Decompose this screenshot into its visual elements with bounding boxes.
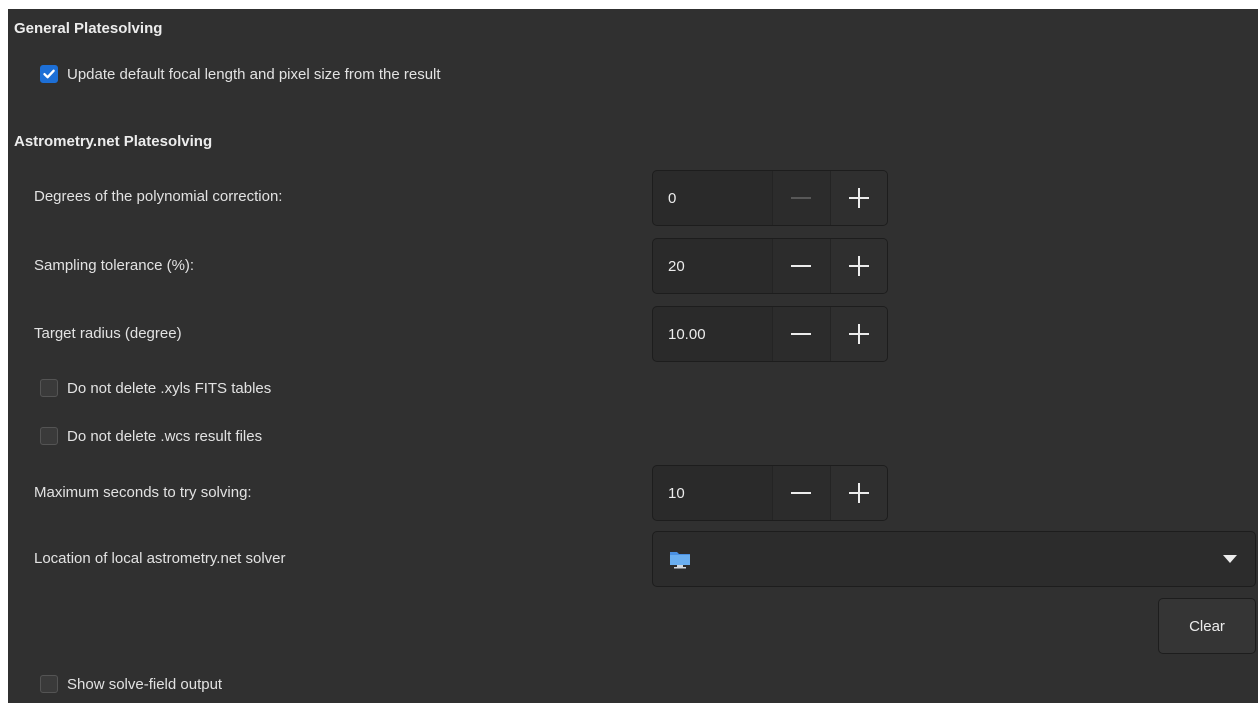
polynomial-degree-increment-button[interactable] <box>829 171 887 225</box>
target-radius-value[interactable]: 10.00 <box>653 307 772 361</box>
astrometry-platesolving-heading: Astrometry.net Platesolving <box>14 133 213 150</box>
plus-icon <box>848 188 869 208</box>
keep-xyls-label: Do not delete .xyls FITS tables <box>67 379 272 397</box>
max-seconds-value[interactable]: 10 <box>653 466 772 520</box>
solver-location-combobox[interactable] <box>652 531 1256 587</box>
update-defaults-checkbox[interactable] <box>40 65 58 83</box>
target-radius-spinbox[interactable]: 10.00 <box>652 306 888 362</box>
polynomial-degree-spinbox[interactable]: 0 <box>652 170 888 226</box>
target-radius-label: Target radius (degree) <box>34 325 182 342</box>
folder-icon <box>670 552 690 569</box>
max-seconds-increment-button[interactable] <box>829 466 887 520</box>
keep-xyls-checkbox[interactable] <box>40 379 58 397</box>
minus-icon <box>791 197 812 199</box>
polynomial-degree-value[interactable]: 0 <box>653 171 772 225</box>
plus-icon <box>848 483 869 503</box>
target-radius-decrement-button[interactable] <box>772 307 830 361</box>
chevron-down-icon[interactable] <box>1221 553 1239 565</box>
plus-icon <box>848 324 869 344</box>
max-seconds-label: Maximum seconds to try solving: <box>34 484 252 501</box>
keep-wcs-label: Do not delete .wcs result files <box>67 427 263 445</box>
update-defaults-checkbox-row[interactable]: Update default focal length and pixel si… <box>40 65 441 83</box>
show-output-label: Show solve-field output <box>67 675 223 693</box>
minus-icon <box>791 265 812 267</box>
sampling-tolerance-value[interactable]: 20 <box>653 239 772 293</box>
sampling-tolerance-label: Sampling tolerance (%): <box>34 257 195 274</box>
max-seconds-decrement-button[interactable] <box>772 466 830 520</box>
update-defaults-label: Update default focal length and pixel si… <box>67 65 441 83</box>
max-seconds-spinbox[interactable]: 10 <box>652 465 888 521</box>
plus-icon <box>848 256 869 276</box>
polynomial-degree-label: Degrees of the polynomial correction: <box>34 188 283 205</box>
minus-icon <box>791 492 812 494</box>
general-platesolving-heading: General Platesolving <box>14 20 163 37</box>
solver-location-label: Location of local astrometry.net solver <box>34 550 286 567</box>
clear-button[interactable]: Clear <box>1158 598 1256 654</box>
keep-wcs-checkbox-row[interactable]: Do not delete .wcs result files <box>40 427 262 445</box>
sampling-tolerance-increment-button[interactable] <box>829 239 887 293</box>
minus-icon <box>791 333 812 335</box>
sampling-tolerance-decrement-button[interactable] <box>772 239 830 293</box>
target-radius-increment-button[interactable] <box>829 307 887 361</box>
solver-location-display <box>669 549 699 569</box>
platesolving-preferences-panel: General Platesolving Update default foca… <box>8 9 1258 703</box>
keep-xyls-checkbox-row[interactable]: Do not delete .xyls FITS tables <box>40 379 271 397</box>
keep-wcs-checkbox[interactable] <box>40 427 58 445</box>
show-output-checkbox-row[interactable]: Show solve-field output <box>40 675 222 693</box>
checkmark-icon <box>43 69 55 79</box>
polynomial-degree-decrement-button[interactable] <box>772 171 830 225</box>
show-output-checkbox[interactable] <box>40 675 58 693</box>
sampling-tolerance-spinbox[interactable]: 20 <box>652 238 888 294</box>
